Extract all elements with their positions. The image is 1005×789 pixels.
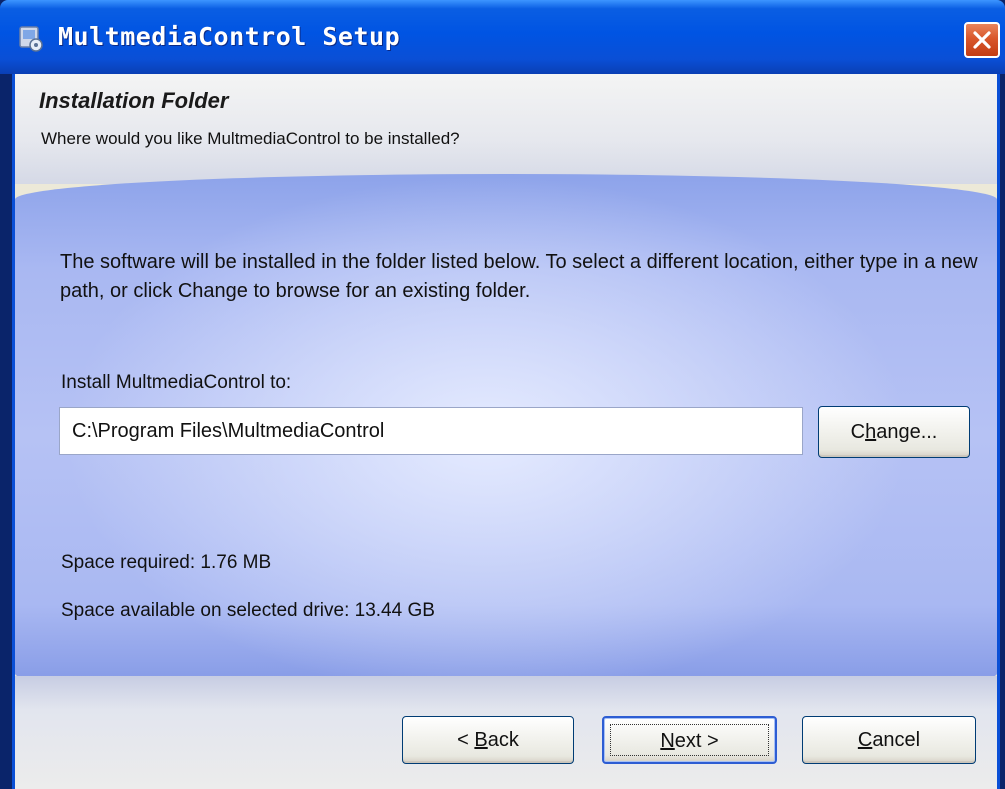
- title-bar[interactable]: MultmediaControl Setup: [0, 0, 1005, 74]
- install-path-input[interactable]: [59, 407, 803, 455]
- page-subtitle: Where would you like MultmediaControl to…: [41, 129, 460, 148]
- close-icon: [973, 31, 991, 49]
- space-required: Space required: 1.76 MB: [61, 552, 272, 573]
- header-panel: Installation Folder Where would you like…: [15, 74, 997, 184]
- close-button[interactable]: [964, 22, 1000, 58]
- window-title: MultmediaControl Setup: [58, 22, 401, 51]
- install-description: The software will be installed in the fo…: [60, 251, 978, 302]
- cancel-button[interactable]: Cancel: [802, 716, 976, 764]
- cancel-button-label: Cancel: [857, 729, 921, 751]
- change-button-label: Change...: [850, 421, 938, 443]
- install-path-label: Install MultmediaControl to:: [61, 372, 292, 393]
- space-available: Space available on selected drive: 13.44…: [61, 600, 435, 621]
- change-button[interactable]: Change...: [818, 406, 970, 458]
- back-button-label: < Back: [457, 729, 519, 751]
- next-button[interactable]: Next >: [602, 716, 777, 764]
- dialog-client-area: Installation Folder Where would you like…: [12, 74, 1000, 789]
- page-title: Installation Folder: [39, 88, 229, 113]
- setup-window: MultmediaControl Setup Installation Fold…: [0, 0, 1005, 789]
- next-button-label: Next >: [660, 730, 719, 752]
- back-button[interactable]: < Back: [402, 716, 574, 764]
- setup-app-icon: [17, 25, 45, 53]
